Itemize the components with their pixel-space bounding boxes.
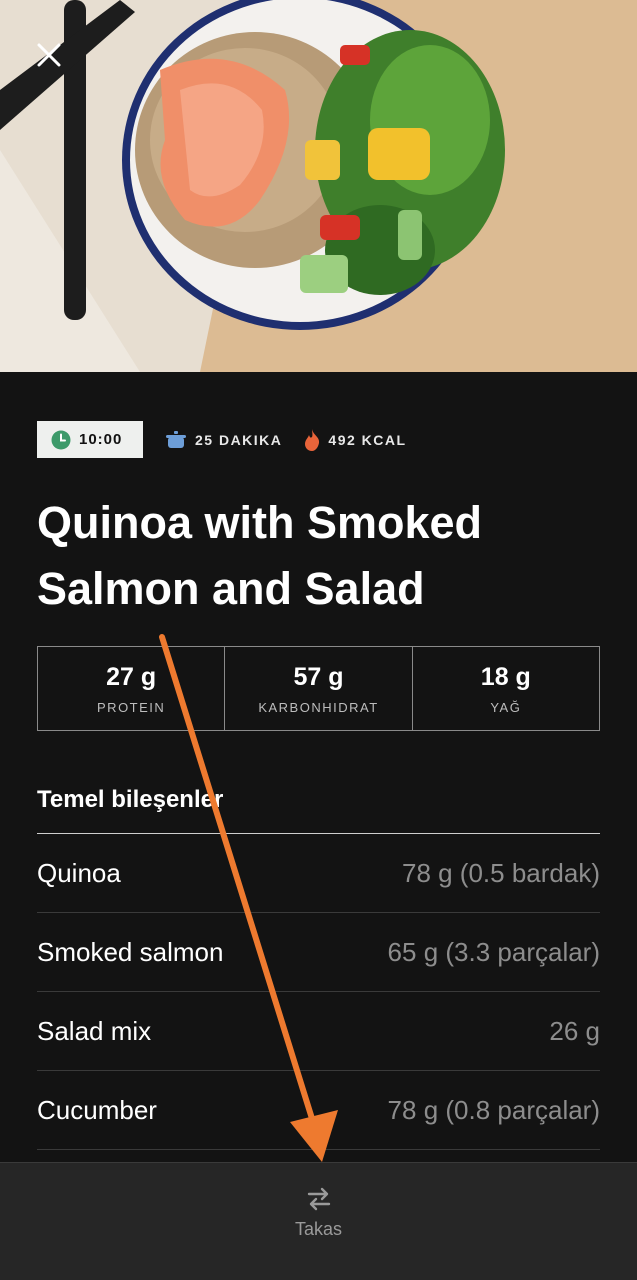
ingredient-name: Quinoa <box>37 857 121 888</box>
ingredient-amount: 65 g (3.3 parçalar) <box>387 936 600 967</box>
macro-label: PROTEIN <box>97 699 166 715</box>
food-photo <box>0 0 637 372</box>
ingredient-amount: 26 g <box>549 1015 600 1046</box>
macros-table: 27 g PROTEIN 57 g KARBONHIDRAT 18 g YAĞ <box>37 646 600 731</box>
ingredient-row[interactable]: Quinoa 78 g (0.5 bardak) <box>37 834 600 913</box>
ingredient-row[interactable]: Cucumber 78 g (0.8 parçalar) <box>37 1071 600 1150</box>
macro-label: KARBONHIDRAT <box>258 699 379 715</box>
clock-icon <box>51 430 71 449</box>
recipe-hero-image <box>0 0 637 372</box>
macro-value: 27 g <box>106 662 157 691</box>
close-icon <box>37 43 61 67</box>
ingredient-row[interactable]: Smoked salmon 65 g (3.3 parçalar) <box>37 913 600 992</box>
recipe-details: 10:00 25 DAKIKA 492 KCAL Quinoa with Smo… <box>0 372 637 1162</box>
ingredient-name: Cucumber <box>37 1094 157 1125</box>
calories: 492 KCAL <box>304 428 407 451</box>
ingredient-row[interactable]: Salad mix 26 g <box>37 992 600 1071</box>
meal-time: 10:00 <box>79 431 123 448</box>
prep-duration-label: 25 DAKIKA <box>195 431 283 448</box>
meal-time-chip[interactable]: 10:00 <box>37 421 143 458</box>
cooking-pot-icon <box>166 430 186 448</box>
prep-duration: 25 DAKIKA <box>165 430 283 449</box>
macro-value: 57 g <box>293 662 344 691</box>
macro-value: 18 g <box>480 662 531 691</box>
ingredient-name: Smoked salmon <box>37 936 224 967</box>
ingredient-amount: 78 g (0.5 bardak) <box>401 857 600 888</box>
close-button[interactable] <box>30 36 68 74</box>
swap-arrows-icon <box>307 1187 330 1211</box>
ingredients-list: Quinoa 78 g (0.5 bardak) Smoked salmon 6… <box>37 833 600 1150</box>
recipe-title: Quinoa with Smoked Salmon and Salad <box>37 497 483 614</box>
macro-protein: 27 g PROTEIN <box>38 647 226 730</box>
recipe-meta-row: 10:00 25 DAKIKA 492 KCAL <box>37 421 407 458</box>
macro-carbs: 57 g KARBONHIDRAT <box>225 647 413 730</box>
ingredients-heading: Temel bileşenler <box>37 786 224 813</box>
swap-label: Takas <box>294 1219 343 1239</box>
macro-label: YAĞ <box>490 699 522 715</box>
macro-fat: 18 g YAĞ <box>413 647 599 730</box>
ingredient-name: Salad mix <box>37 1015 152 1046</box>
calories-label: 492 KCAL <box>328 431 407 448</box>
swap-button[interactable]: Takas <box>0 1162 637 1280</box>
ingredient-amount: 78 g (0.8 parçalar) <box>387 1094 600 1125</box>
flame-icon <box>305 428 320 451</box>
